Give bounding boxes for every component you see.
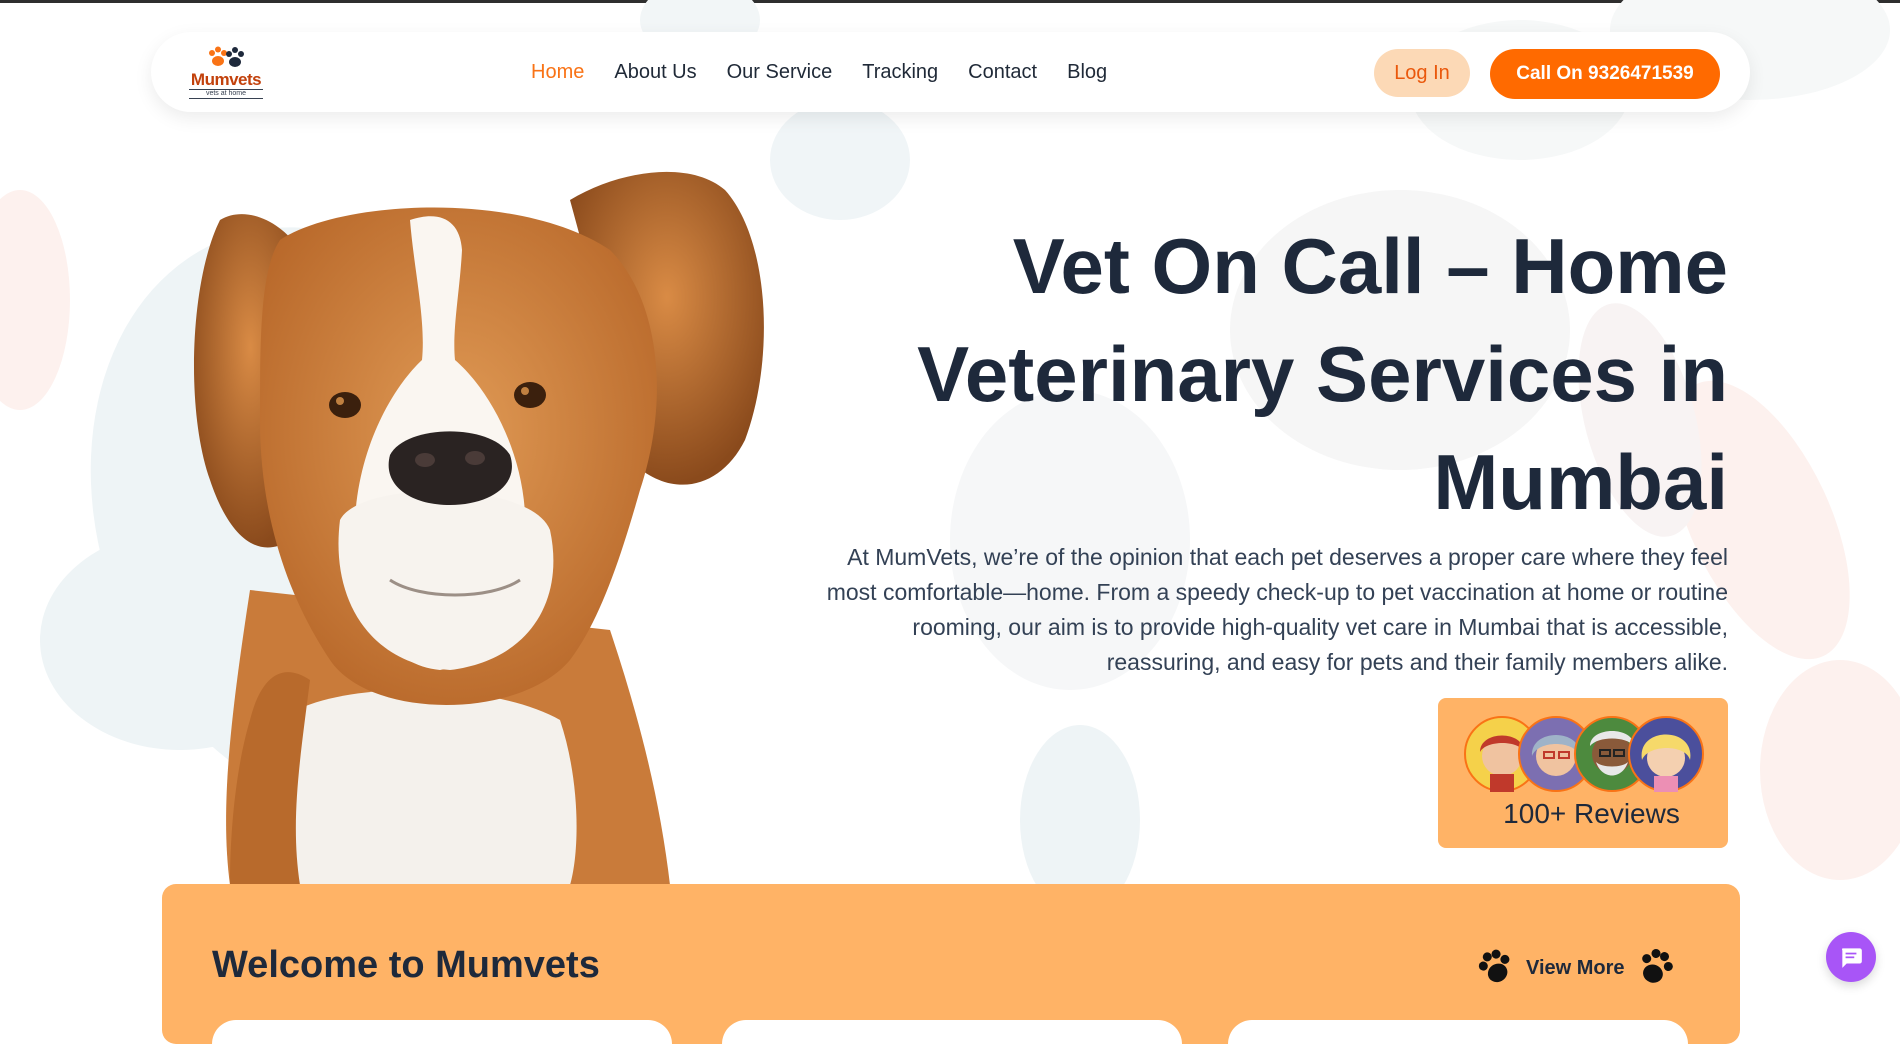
nav-our-service[interactable]: Our Service bbox=[727, 61, 833, 84]
service-card[interactable] bbox=[1228, 1020, 1688, 1060]
view-more-link[interactable]: View More bbox=[1476, 946, 1675, 990]
nav-about-us[interactable]: About Us bbox=[614, 61, 696, 84]
nav-menu: Home About Us Our Service Tracking Conta… bbox=[531, 32, 1107, 112]
chat-icon bbox=[1842, 948, 1862, 968]
mumvets-logo[interactable]: Mumvets vets at home bbox=[189, 46, 263, 100]
hero-title: Vet On Call – Home Veterinary Services i… bbox=[917, 222, 1728, 526]
welcome-section: Welcome to Mumvets View More bbox=[162, 884, 1740, 1060]
reviews-count: 100+ Reviews bbox=[1503, 798, 1680, 829]
paw-icon bbox=[1641, 948, 1673, 983]
view-more-label: View More bbox=[1526, 956, 1625, 979]
avatar-blonde-woman-icon bbox=[1628, 716, 1704, 792]
service-card[interactable] bbox=[722, 1020, 1182, 1060]
nav-home[interactable]: Home bbox=[531, 61, 584, 84]
paw-logo-icon bbox=[209, 46, 244, 67]
paw-icon bbox=[1478, 949, 1510, 983]
welcome-title: Welcome to Mumvets bbox=[212, 944, 600, 986]
nav-contact[interactable]: Contact bbox=[968, 61, 1037, 84]
logo-tagline: vets at home bbox=[189, 89, 263, 99]
login-button[interactable]: Log In bbox=[1374, 49, 1470, 97]
hero-description: At MumVets, we’re of the opinion that ea… bbox=[826, 544, 1728, 675]
beagle-dog-photo bbox=[193, 171, 764, 885]
logo-text: Mumvets bbox=[190, 70, 262, 89]
nav-blog[interactable]: Blog bbox=[1067, 61, 1107, 84]
call-button[interactable]: Call On 9326471539 bbox=[1490, 49, 1720, 99]
main-navbar: Mumvets vets at home Home About Us Our S… bbox=[151, 32, 1750, 112]
nav-tracking[interactable]: Tracking bbox=[862, 61, 938, 84]
chat-widget-button[interactable] bbox=[1826, 932, 1876, 982]
reviewer-avatars bbox=[1464, 716, 1704, 792]
service-card[interactable] bbox=[212, 1020, 672, 1060]
reviews-card[interactable]: 100+ Reviews bbox=[1438, 698, 1728, 848]
